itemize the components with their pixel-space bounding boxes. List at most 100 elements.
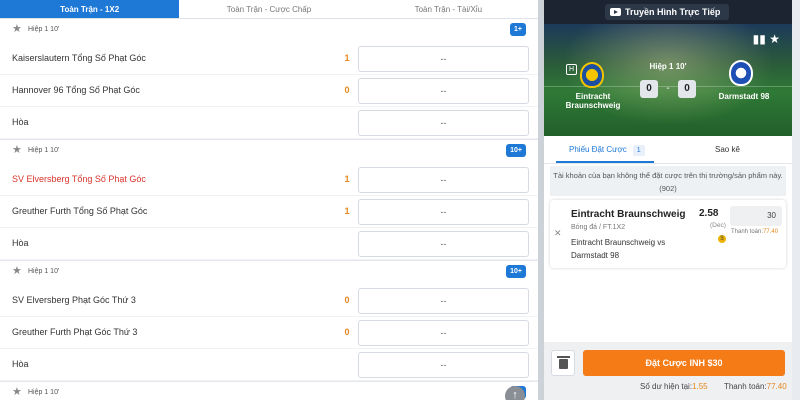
- market-time: Hiệp 1 10': [28, 147, 60, 154]
- market-tabs: Toàn Trận - 1X2 Toàn Trận - Cược Chấp To…: [0, 0, 538, 19]
- score-separator: -: [666, 83, 670, 94]
- corner-count: 0: [344, 295, 350, 305]
- bet-selection-card: ✕ Eintracht Braunschweig 2.58 (Dec) Bóng…: [550, 200, 786, 268]
- total-payout-value: 77.40: [766, 382, 787, 391]
- odds-button[interactable]: --: [358, 231, 529, 257]
- balance-label: Số dư hiện tại:: [640, 382, 693, 391]
- tv-icon: [610, 8, 621, 16]
- odds-button[interactable]: --: [358, 288, 529, 314]
- market-row: Hòa --: [0, 349, 538, 381]
- live-tv-label: Truyền Hình Trực Tiếp: [625, 7, 721, 17]
- odds-button[interactable]: --: [358, 167, 529, 193]
- selection-name: Eintracht Braunschweig: [571, 209, 686, 220]
- scroll-to-top-button[interactable]: ↑: [505, 386, 525, 400]
- bet-slip-count: 1: [632, 145, 645, 156]
- live-match-time: Hiệp 1 10': [649, 62, 687, 71]
- balance-summary: Số dư hiện tại:1.55 Thanh toán:77.40: [640, 382, 787, 391]
- league-market: Bóng đá / FT.1X2: [571, 224, 626, 231]
- live-scoreboard: ▮▮ ★ H Hiệp 1 10' 0 - 0 Eintracht Brauns…: [544, 24, 792, 136]
- star-icon[interactable]: ★: [12, 145, 23, 156]
- bet-slip-tabs: Phiếu Đặt Cược 1 Sao kê: [544, 136, 792, 164]
- markets-panel: Toàn Trận - 1X2 Toàn Trận - Cược Chấp To…: [0, 0, 538, 400]
- market-row: Hannover 96 Tổng Số Phạt Góc 0 --: [0, 75, 538, 107]
- live-tv-button[interactable]: Truyền Hình Trực Tiếp: [605, 4, 729, 20]
- live-tv-bar: Truyền Hình Trực Tiếp: [544, 0, 792, 24]
- market-row: SV Elversberg Tổng Số Phạt Góc 1 --: [0, 164, 538, 196]
- total-payout-label: Thanh toán:: [723, 382, 767, 391]
- selection-name: Hòa: [12, 238, 29, 248]
- scoreboard-actions: ▮▮ ★: [753, 32, 780, 46]
- corner-count: 1: [344, 206, 350, 216]
- bet-slip-panel: Phiếu Đặt Cược 1 Sao kê Tài khoản của bạn…: [544, 136, 792, 350]
- odds-button[interactable]: --: [358, 352, 529, 378]
- market-header: ★ Hiệp 1 10' 1+: [0, 382, 538, 400]
- odds-button[interactable]: --: [358, 78, 529, 104]
- odds-button[interactable]: --: [358, 320, 529, 346]
- home-team-name: Eintracht Braunschweig: [565, 92, 621, 110]
- market-row: Greuther Furth Phạt Góc Thứ 3 0 --: [0, 317, 538, 349]
- bet-footer: Đặt Cược INH $30 Số dư hiện tại:1.55 Tha…: [544, 342, 792, 400]
- match-name: Eintracht Braunschweig vs Darmstadt 98: [571, 238, 666, 260]
- market-header: ★ Hiệp 1 10' 1+: [0, 19, 538, 43]
- market-row: Hòa --: [0, 228, 538, 260]
- selection-name: Kaiserslautern Tổng Số Phạt Góc: [12, 53, 146, 63]
- market-row: Greuther Furth Tổng Số Phạt Góc 1 --: [0, 196, 538, 228]
- star-icon[interactable]: ★: [12, 24, 23, 35]
- bet-slip-label: Phiếu Đặt Cược: [569, 145, 627, 154]
- market-header: ★ Hiệp 1 10' 10+: [0, 261, 538, 285]
- tab-fulltime-over-under[interactable]: Toàn Trận - Tài/Xỉu: [358, 0, 538, 18]
- remove-selection-icon[interactable]: ✕: [554, 228, 562, 239]
- active-tab-indicator: [556, 161, 654, 163]
- payout-label: Thanh toán:: [731, 229, 764, 235]
- away-team-crest: [729, 60, 753, 86]
- market-row: Hòa --: [0, 107, 538, 139]
- stats-icon[interactable]: ▮▮: [753, 32, 766, 46]
- odds-button[interactable]: --: [358, 110, 529, 136]
- selection-odds: 2.58: [699, 208, 719, 219]
- odds-format: (Dec): [710, 222, 726, 229]
- trash-icon: [557, 356, 570, 369]
- home-team-crest: [580, 62, 604, 88]
- away-score: 0: [678, 80, 696, 98]
- arrow-up-icon: ↑: [512, 389, 518, 400]
- stake-input[interactable]: 30: [730, 206, 782, 226]
- home-badge: H: [566, 64, 577, 75]
- selection-name: Hòa: [12, 359, 29, 369]
- more-markets-button[interactable]: 1+: [510, 23, 526, 36]
- selection-name: Greuther Furth Tổng Số Phạt Góc: [12, 206, 148, 216]
- selection-name: Greuther Furth Phạt Góc Thứ 3: [12, 327, 138, 337]
- corner-count: 0: [344, 327, 350, 337]
- tab-fulltime-1x2[interactable]: Toàn Trận - 1X2: [0, 0, 180, 18]
- star-icon[interactable]: ★: [12, 387, 23, 398]
- selection-name: Hannover 96 Tổng Số Phạt Góc: [12, 85, 140, 95]
- selection-name: SV Elversberg Phạt Góc Thứ 3: [12, 295, 136, 305]
- tab-fulltime-handicap[interactable]: Toàn Trận - Cược Chấp: [179, 0, 359, 18]
- away-team-name: Darmstadt 98: [718, 92, 770, 101]
- clear-slip-button[interactable]: [551, 350, 575, 376]
- market-row: Kaiserslautern Tổng Số Phạt Góc 1 --: [0, 43, 538, 75]
- market-time: Hiệp 1 10': [28, 268, 60, 275]
- right-panel: Truyền Hình Trực Tiếp ▮▮ ★ H Hiệp 1 10' …: [544, 0, 792, 400]
- tab-bet-slip[interactable]: Phiếu Đặt Cược 1: [569, 145, 645, 156]
- tab-statement[interactable]: Sao kê: [715, 145, 740, 154]
- corner-count: 1: [344, 53, 350, 63]
- odds-button[interactable]: --: [358, 199, 529, 225]
- balance-value: 1.55: [692, 382, 708, 391]
- market-row: SV Elversberg Phạt Góc Thứ 3 0 --: [0, 285, 538, 317]
- more-markets-button[interactable]: 10+: [506, 144, 526, 157]
- selection-name: SV Elversberg Tổng Số Phạt Góc: [12, 174, 146, 184]
- favorite-star-icon[interactable]: ★: [769, 32, 780, 46]
- payout-value: 77.40: [763, 229, 779, 235]
- place-bet-button[interactable]: Đặt Cược INH $30: [583, 350, 785, 376]
- home-score: 0: [640, 80, 658, 98]
- corner-count: 0: [344, 85, 350, 95]
- market-header: ★ Hiệp 1 10' 10+: [0, 140, 538, 164]
- warning-message: Tài khoản của bạn không thể đặt cược trê…: [550, 166, 786, 196]
- market-time: Hiệp 1 10': [28, 26, 60, 33]
- market-time: Hiệp 1 10': [28, 389, 60, 396]
- more-markets-button[interactable]: 10+: [506, 265, 526, 278]
- corner-count: 1: [344, 174, 350, 184]
- coin-icon: $: [718, 235, 726, 243]
- star-icon[interactable]: ★: [12, 266, 23, 277]
- odds-button[interactable]: --: [358, 46, 529, 72]
